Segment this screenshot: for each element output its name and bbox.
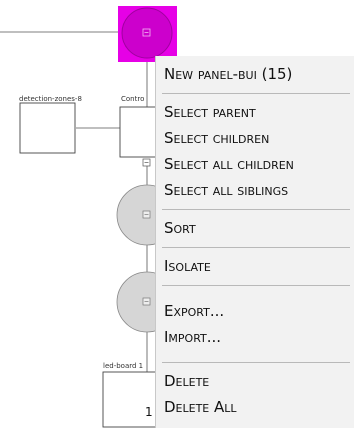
menu-item-select-all-children[interactable]: Select all children	[164, 155, 294, 173]
menu-item-sort[interactable]: Sort	[164, 219, 196, 237]
menu-item-import[interactable]: Import...	[164, 328, 221, 346]
menu-separator	[162, 285, 350, 286]
led-board-count: 1	[145, 405, 153, 419]
menu-item-isolate[interactable]: Isolate	[164, 257, 211, 275]
menu-item-delete[interactable]: Delete	[164, 372, 209, 390]
controller-node[interactable]	[119, 106, 161, 158]
detection-zones-node[interactable]	[19, 102, 76, 154]
menu-separator	[162, 362, 350, 363]
menu-item-export[interactable]: Export...	[164, 302, 224, 320]
menu-item-select-children[interactable]: Select children	[164, 129, 269, 147]
detection-zones-label: detection-zones-8	[19, 95, 82, 103]
menu-separator	[162, 93, 350, 94]
menu-item-delete-all[interactable]: Delete All	[164, 398, 237, 416]
controller-label: Contro	[121, 95, 145, 103]
menu-item-select-parent[interactable]: Select parent	[164, 103, 256, 121]
menu-separator	[162, 247, 350, 248]
menu-item-select-all-siblings[interactable]: Select all siblings	[164, 181, 288, 199]
led-board-label: led-board 1	[103, 362, 144, 370]
menu-item-new-panel[interactable]: New panel-bui (15)	[164, 65, 292, 83]
menu-separator	[162, 209, 350, 210]
selected-node-circle[interactable]	[121, 7, 173, 59]
context-menu: New panel-bui (15) Select parent Select …	[155, 56, 354, 428]
